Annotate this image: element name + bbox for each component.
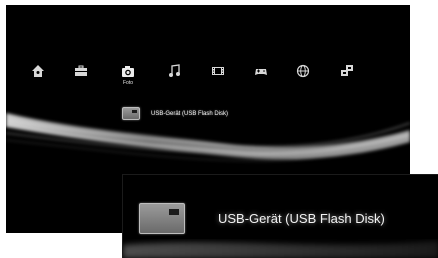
usb-device-item-zoomed[interactable]: USB-Gerät (USB Flash Disk): [139, 203, 385, 234]
usb-device-icon: [122, 107, 140, 120]
category-label-photo: Foto: [122, 80, 133, 86]
usb-device-icon: [139, 203, 185, 234]
music-note-icon[interactable]: [166, 63, 182, 79]
globe-icon[interactable]: [295, 63, 311, 79]
friends-icon[interactable]: [339, 63, 355, 79]
film-strip-icon[interactable]: [210, 63, 226, 79]
gamepad-icon[interactable]: [253, 63, 269, 79]
usb-device-label-zoomed: USB-Gerät (USB Flash Disk): [218, 211, 385, 226]
home-icon[interactable]: [30, 63, 46, 79]
usb-device-item[interactable]: USB-Gerät (USB Flash Disk): [122, 107, 228, 120]
camera-icon[interactable]: [120, 63, 136, 79]
usb-device-label: USB-Gerät (USB Flash Disk): [151, 110, 229, 117]
toolbox-icon[interactable]: [73, 63, 89, 79]
zoom-inset: USB-Gerät (USB Flash Disk): [122, 174, 438, 258]
